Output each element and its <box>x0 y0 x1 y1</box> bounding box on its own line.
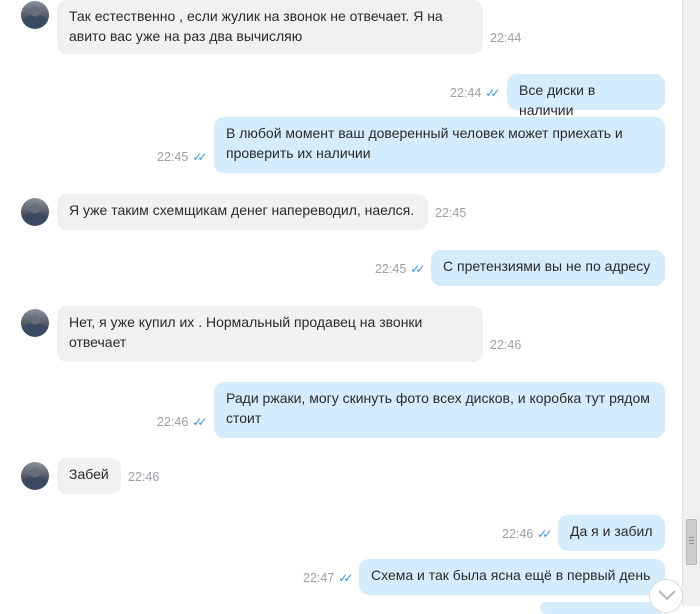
message-bubble: С претензиями вы не по адресу <box>431 250 665 286</box>
message-time: 22:44 <box>490 31 522 45</box>
message-text: Так естественно , если жулик на звонок н… <box>69 8 443 44</box>
message-time: 22:46 <box>490 338 522 352</box>
message-time: 22:45 <box>435 206 467 220</box>
message-bubble: Так естественно , если жулик на звонок н… <box>57 0 483 54</box>
chat-history: Так естественно , если жулик на звонок н… <box>0 0 680 614</box>
message-text: Да я и забил <box>570 523 653 539</box>
message-text: Схема и так была ясна ещё в первый день <box>371 567 651 583</box>
message-bubble: В любой момент ваш доверенный человек мо… <box>214 117 665 173</box>
message-bubble: Схема и так была ясна ещё в первый день <box>359 559 665 595</box>
message-text: Ради ржаки, могу скинуть фото всех диско… <box>226 390 650 426</box>
message-time: 22:47 ✓✓ <box>303 571 353 585</box>
message-text: В любой момент ваш доверенный человек мо… <box>226 125 623 161</box>
message-time: 22:45 ✓✓ <box>157 150 207 164</box>
double-check-icon: ✓✓ <box>338 571 353 585</box>
avatar[interactable] <box>21 1 49 29</box>
double-check-icon: ✓✓ <box>537 527 552 541</box>
message-bubble <box>540 602 665 614</box>
message-bubble: Все диски в наличии <box>507 74 665 118</box>
message-time: 22:46 ✓✓ <box>157 415 207 429</box>
avatar[interactable] <box>21 198 49 226</box>
scroll-to-bottom-button[interactable] <box>649 579 683 613</box>
message-time: 22:45 ✓✓ <box>375 262 425 276</box>
message-bubble: Да я и забил <box>558 515 665 551</box>
message-bubble: Нет, я уже купил их . Нормальный продаве… <box>57 306 483 362</box>
double-check-icon: ✓✓ <box>192 150 207 164</box>
scrollbar[interactable] <box>682 0 700 606</box>
avatar[interactable] <box>21 309 49 337</box>
message-text: Нет, я уже купил их . Нормальный продаве… <box>69 314 423 350</box>
message-text: Забей <box>69 466 109 482</box>
message-text: Все диски в наличии <box>519 82 596 118</box>
message-time: 22:44 ✓✓ <box>450 86 500 100</box>
message-bubble: Я уже таким схемщикам денег напереводил,… <box>57 194 428 230</box>
double-check-icon: ✓✓ <box>410 262 425 276</box>
chevron-down-icon <box>658 590 676 601</box>
message-bubble: Забей <box>57 458 121 494</box>
double-check-icon: ✓✓ <box>485 86 500 100</box>
double-check-icon: ✓✓ <box>192 415 207 429</box>
message-text: Я уже таким схемщикам денег напереводил,… <box>69 202 415 218</box>
message-bubble: Ради ржаки, могу скинуть фото всех диско… <box>214 382 665 438</box>
message-time: 22:46 ✓✓ <box>502 527 552 541</box>
avatar[interactable] <box>21 462 49 490</box>
message-text: С претензиями вы не по адресу <box>443 258 651 274</box>
message-time: 22:46 <box>128 470 160 484</box>
scrollbar-thumb[interactable] <box>686 519 697 565</box>
